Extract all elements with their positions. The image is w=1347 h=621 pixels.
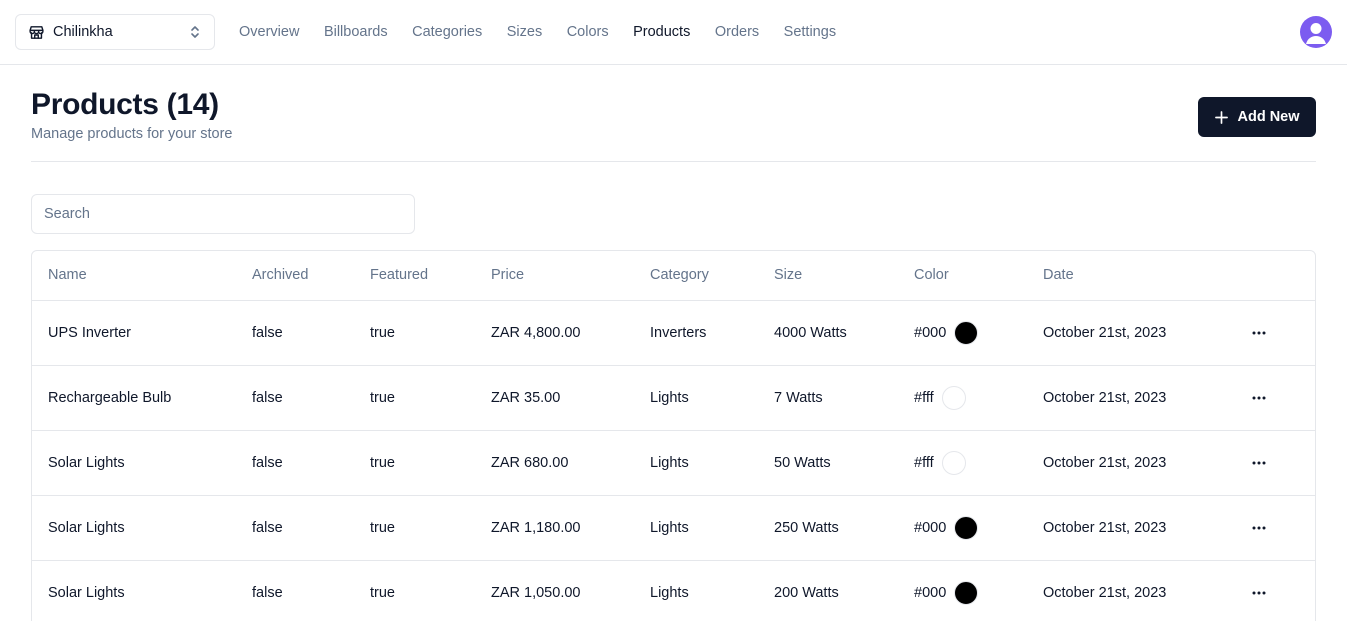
cell-category: Lights [634, 430, 758, 496]
more-horizontal-icon[interactable] [1243, 577, 1275, 609]
color-swatch [954, 320, 979, 345]
nav-item-colors[interactable]: Colors [567, 24, 609, 40]
cell-date: October 21st, 2023 [1027, 560, 1227, 621]
cell-price: ZAR 1,050.00 [475, 560, 634, 621]
cell-date: October 21st, 2023 [1027, 365, 1227, 431]
search-input[interactable] [31, 194, 415, 234]
column-header-date[interactable]: Date [1027, 251, 1227, 301]
store-name: Chilinkha [53, 24, 113, 40]
cell-size: 50 Watts [758, 430, 898, 496]
cell-color: #000 [898, 495, 1027, 561]
column-header-size[interactable]: Size [758, 251, 898, 301]
column-header-actions [1227, 251, 1315, 301]
cell-price: ZAR 35.00 [475, 365, 634, 431]
table-row: Solar Lights false true ZAR 1,180.00 Lig… [32, 495, 1315, 561]
cell-archived: false [236, 300, 354, 366]
cell-archived: false [236, 495, 354, 561]
cell-featured: true [354, 560, 475, 621]
plus-icon [1214, 110, 1228, 124]
cell-size: 7 Watts [758, 365, 898, 431]
color-value: #000 [914, 519, 947, 536]
column-header-archived[interactable]: Archived [236, 251, 354, 301]
table-row: Rechargeable Bulb false true ZAR 35.00 L… [32, 365, 1315, 431]
page-title: Products (14) [31, 88, 219, 121]
table-row: Solar Lights false true ZAR 680.00 Light… [32, 430, 1315, 496]
nav-item-billboards[interactable]: Billboards [324, 24, 388, 40]
color-swatch [941, 385, 966, 410]
chevrons-up-down-icon [188, 24, 202, 40]
cell-name: Solar Lights [32, 495, 236, 561]
column-header-color[interactable]: Color [898, 251, 1027, 301]
cell-name: Rechargeable Bulb [32, 365, 236, 431]
cell-size: 4000 Watts [758, 300, 898, 366]
cell-category: Lights [634, 560, 758, 621]
column-header-featured[interactable]: Featured [354, 251, 475, 301]
cell-price: ZAR 4,800.00 [475, 300, 634, 366]
cell-price: ZAR 680.00 [475, 430, 634, 496]
column-header-category[interactable]: Category [634, 251, 758, 301]
table-header-row: Name Archived Featured Price Category Si… [32, 251, 1315, 301]
cell-date: October 21st, 2023 [1027, 495, 1227, 561]
more-horizontal-icon[interactable] [1243, 512, 1275, 544]
nav-item-sizes[interactable]: Sizes [507, 24, 542, 40]
page-subtitle: Manage products for your store [31, 126, 233, 142]
nav-item-overview[interactable]: Overview [239, 24, 299, 40]
cell-color: #fff [898, 365, 1027, 431]
cell-color: #000 [898, 560, 1027, 621]
table-row: Solar Lights false true ZAR 1,050.00 Lig… [32, 560, 1315, 621]
color-value: #000 [914, 584, 947, 601]
cell-archived: false [236, 560, 354, 621]
nav-item-settings[interactable]: Settings [784, 24, 836, 40]
color-value: #fff [914, 389, 934, 406]
cell-featured: true [354, 495, 475, 561]
cell-name: Solar Lights [32, 430, 236, 496]
cell-date: October 21st, 2023 [1027, 300, 1227, 366]
cell-color: #fff [898, 430, 1027, 496]
cell-featured: true [354, 365, 475, 431]
color-swatch [941, 450, 966, 475]
products-table: Name Archived Featured Price Category Si… [31, 250, 1316, 621]
user-avatar-icon[interactable] [1300, 16, 1332, 48]
nav-item-orders[interactable]: Orders [715, 24, 759, 40]
column-header-price[interactable]: Price [475, 251, 634, 301]
cell-color: #000 [898, 300, 1027, 366]
nav-item-categories[interactable]: Categories [412, 24, 482, 40]
nav-item-products[interactable]: Products [633, 24, 690, 40]
more-horizontal-icon[interactable] [1243, 382, 1275, 414]
cell-featured: true [354, 300, 475, 366]
color-swatch [954, 580, 979, 605]
cell-archived: false [236, 430, 354, 496]
cell-actions [1227, 365, 1315, 431]
cell-name: UPS Inverter [32, 300, 236, 366]
color-value: #000 [914, 324, 947, 341]
header-divider [31, 161, 1316, 162]
color-swatch [954, 515, 979, 540]
cell-price: ZAR 1,180.00 [475, 495, 634, 561]
cell-actions [1227, 430, 1315, 496]
main-nav: Overview Billboards Categories Sizes Col… [239, 0, 861, 64]
table-row: UPS Inverter false true ZAR 4,800.00 Inv… [32, 300, 1315, 366]
top-navbar: Chilinkha Overview Billboards Categories… [0, 0, 1347, 65]
more-horizontal-icon[interactable] [1243, 317, 1275, 349]
column-header-name[interactable]: Name [32, 251, 236, 301]
cell-category: Inverters [634, 300, 758, 366]
more-horizontal-icon[interactable] [1243, 447, 1275, 479]
store-switcher[interactable]: Chilinkha [15, 14, 215, 50]
cell-actions [1227, 560, 1315, 621]
cell-archived: false [236, 365, 354, 431]
color-value: #fff [914, 454, 934, 471]
cell-actions [1227, 300, 1315, 366]
cell-category: Lights [634, 495, 758, 561]
cell-size: 250 Watts [758, 495, 898, 561]
cell-category: Lights [634, 365, 758, 431]
cell-actions [1227, 495, 1315, 561]
add-new-label: Add New [1237, 109, 1300, 125]
cell-date: October 21st, 2023 [1027, 430, 1227, 496]
cell-name: Solar Lights [32, 560, 236, 621]
add-new-button[interactable]: Add New [1198, 97, 1316, 137]
cell-featured: true [354, 430, 475, 496]
store-icon [27, 23, 45, 41]
cell-size: 200 Watts [758, 560, 898, 621]
